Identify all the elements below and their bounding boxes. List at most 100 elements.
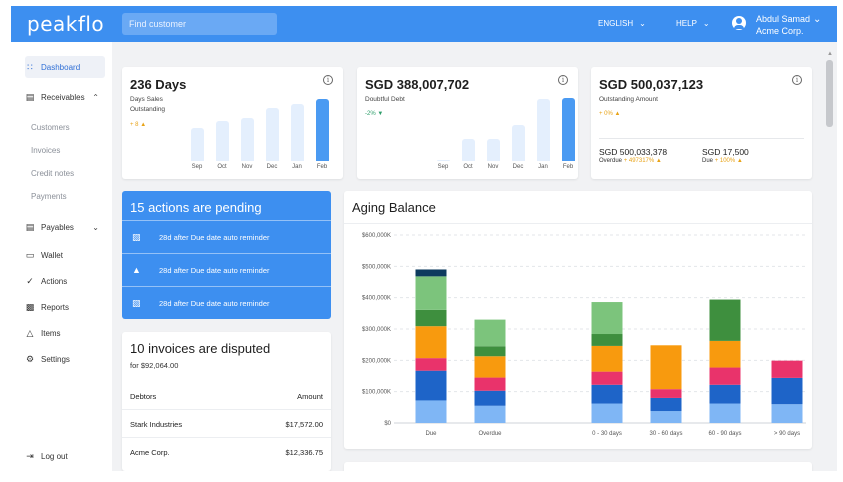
bar-segment[interactable] bbox=[591, 403, 623, 423]
user-menu-chevron-icon[interactable]: ⌄ bbox=[813, 14, 821, 25]
kpi-month-label: Sep bbox=[437, 164, 449, 170]
bar-segment[interactable] bbox=[474, 405, 506, 423]
bar-segment[interactable] bbox=[474, 356, 506, 378]
scrollbar[interactable]: ▲ bbox=[824, 48, 834, 471]
bar-segment[interactable] bbox=[474, 319, 506, 347]
gear-icon: ⚙ bbox=[25, 353, 35, 364]
user-avatar-icon[interactable] bbox=[732, 16, 746, 30]
info-icon[interactable]: i bbox=[323, 75, 333, 85]
kpi-bar bbox=[512, 125, 525, 161]
bar-segment[interactable] bbox=[591, 384, 623, 404]
scroll-up-arrow-icon[interactable]: ▲ bbox=[827, 51, 833, 57]
table-header: Debtors Amount bbox=[122, 382, 331, 409]
help-menu[interactable]: HELP ⌄ bbox=[676, 19, 710, 28]
pending-action-text: 28d after Due date auto reminder bbox=[159, 233, 270, 242]
info-icon[interactable]: i bbox=[558, 75, 568, 85]
kpi-card-doubtful-debt: SGD 388,007,702 Doubtful Debt -2% ▼ i Se… bbox=[357, 67, 578, 179]
bar-segment[interactable] bbox=[650, 397, 682, 412]
sidebar-item-invoices[interactable]: Invoices bbox=[31, 146, 60, 155]
kpi-delta-value: -2% bbox=[365, 111, 376, 117]
column-header-debtors: Debtors bbox=[130, 392, 157, 401]
app-frame: peakflo ENGLISH ⌄ HELP ⌄ Abdul Samad Acme … bbox=[11, 6, 837, 471]
pending-action-row[interactable]: ▲ 28d after Due date auto reminder bbox=[122, 253, 331, 286]
bar-segment[interactable] bbox=[415, 326, 447, 359]
overdue-row: Overdue + 497317% ▲ bbox=[599, 158, 662, 164]
kpi-month-label: Dec bbox=[512, 164, 524, 170]
x-category-label: > 90 days bbox=[774, 431, 800, 437]
disputed-title: 10 invoices are disputed bbox=[130, 341, 271, 356]
sidebar-item-items[interactable]: △ Items bbox=[25, 322, 105, 344]
bar-segment[interactable] bbox=[650, 411, 682, 423]
pending-action-row[interactable]: ▧ 28d after Due date auto reminder bbox=[122, 286, 331, 319]
bar-segment[interactable] bbox=[415, 309, 447, 327]
bar-segment[interactable] bbox=[591, 302, 623, 335]
user-name[interactable]: Abdul Samad bbox=[756, 14, 810, 24]
bar-segment[interactable] bbox=[591, 334, 623, 346]
pending-action-text: 28d after Due date auto reminder bbox=[159, 266, 270, 275]
sidebar-item-payments[interactable]: Payments bbox=[31, 192, 67, 201]
bar-segment[interactable] bbox=[415, 370, 447, 401]
sidebar-item-receivables[interactable]: ▤ Receivables ⌃ bbox=[25, 86, 105, 108]
bar-segment[interactable] bbox=[771, 377, 803, 405]
bar-segment[interactable] bbox=[474, 377, 506, 391]
bar-segment[interactable] bbox=[650, 389, 682, 398]
disputed-subtitle: for $92,064.00 bbox=[130, 361, 179, 370]
sidebar-item-wallet[interactable]: ▭ Wallet bbox=[25, 244, 105, 266]
kpi-month-label: Jan bbox=[292, 164, 302, 170]
bar-segment[interactable] bbox=[709, 340, 741, 368]
x-category-label: 0 - 30 days bbox=[592, 431, 622, 437]
report-icon: ▩ bbox=[25, 301, 35, 312]
y-tick-label: $100,000K bbox=[362, 390, 391, 396]
bar-segment[interactable] bbox=[474, 346, 506, 357]
sidebar-item-reports[interactable]: ▩ Reports bbox=[25, 296, 105, 318]
kpi-bar bbox=[437, 160, 450, 161]
sidebar-item-credit-notes[interactable]: Credit notes bbox=[31, 169, 74, 178]
bar-segment[interactable] bbox=[771, 404, 803, 423]
bar-segment[interactable] bbox=[709, 367, 741, 385]
bar-segment[interactable] bbox=[650, 345, 682, 390]
bar-segment[interactable] bbox=[415, 269, 447, 277]
app-logo[interactable]: peakflo bbox=[27, 12, 104, 36]
sidebar-item-dashboard[interactable]: ∷ Dashboard bbox=[25, 56, 105, 78]
bar-segment[interactable] bbox=[709, 384, 741, 404]
user-company[interactable]: Acme Corp. bbox=[756, 26, 804, 36]
bar-segment[interactable] bbox=[771, 360, 803, 378]
kpi-month-label: Nov bbox=[241, 164, 253, 170]
kpi-bar bbox=[487, 139, 500, 161]
kpi-label: Days Sales bbox=[130, 96, 163, 103]
bar-segment[interactable] bbox=[415, 400, 447, 423]
logout-button[interactable]: ⇥ Log out bbox=[25, 445, 105, 467]
language-selector[interactable]: ENGLISH ⌄ bbox=[598, 19, 646, 28]
info-icon[interactable]: i bbox=[792, 75, 802, 85]
table-row[interactable]: Stark Industries $17,572.00 bbox=[122, 409, 331, 436]
pending-actions-card: 15 actions are pending ▧ 28d after Due d… bbox=[122, 191, 331, 319]
overdue-amount: SGD 500,033,378 bbox=[599, 147, 668, 157]
y-tick-label: $400,000K bbox=[362, 296, 391, 302]
sidebar-item-label: Wallet bbox=[41, 250, 63, 260]
bar-segment[interactable] bbox=[415, 276, 447, 310]
scrollbar-thumb[interactable] bbox=[826, 60, 833, 127]
kpi-month-label: Feb bbox=[562, 164, 574, 170]
debtor-name: Stark Industries bbox=[130, 420, 183, 429]
kpi-delta: -2% ▼ bbox=[365, 111, 383, 117]
bar-segment[interactable] bbox=[709, 403, 741, 423]
x-category-label: Overdue bbox=[478, 431, 502, 437]
search-customer-input[interactable] bbox=[122, 13, 277, 35]
check-circle-icon: ✓ bbox=[26, 275, 34, 286]
x-category-label: 60 - 90 days bbox=[708, 431, 741, 437]
kpi-label: Outstanding bbox=[130, 106, 166, 113]
sidebar-item-settings[interactable]: ⚙ Settings bbox=[25, 348, 105, 370]
bar-segment[interactable] bbox=[709, 299, 741, 341]
overdue-label: Overdue bbox=[599, 158, 623, 164]
bar-segment[interactable] bbox=[591, 345, 623, 372]
sidebar-item-payables[interactable]: ▤ Payables ⌄ bbox=[25, 216, 105, 238]
bar-segment[interactable] bbox=[415, 358, 447, 371]
pending-title: 15 actions are pending bbox=[130, 200, 262, 215]
pending-action-row[interactable]: ▧ 28d after Due date auto reminder bbox=[122, 220, 331, 253]
bar-segment[interactable] bbox=[591, 371, 623, 385]
kpi-bar bbox=[562, 98, 575, 161]
bar-segment[interactable] bbox=[474, 390, 506, 406]
table-row[interactable]: Acme Corp. $12,336.75 bbox=[122, 437, 331, 464]
sidebar-item-customers[interactable]: Customers bbox=[31, 123, 70, 132]
sidebar-item-actions[interactable]: ✓ Actions bbox=[25, 270, 105, 292]
